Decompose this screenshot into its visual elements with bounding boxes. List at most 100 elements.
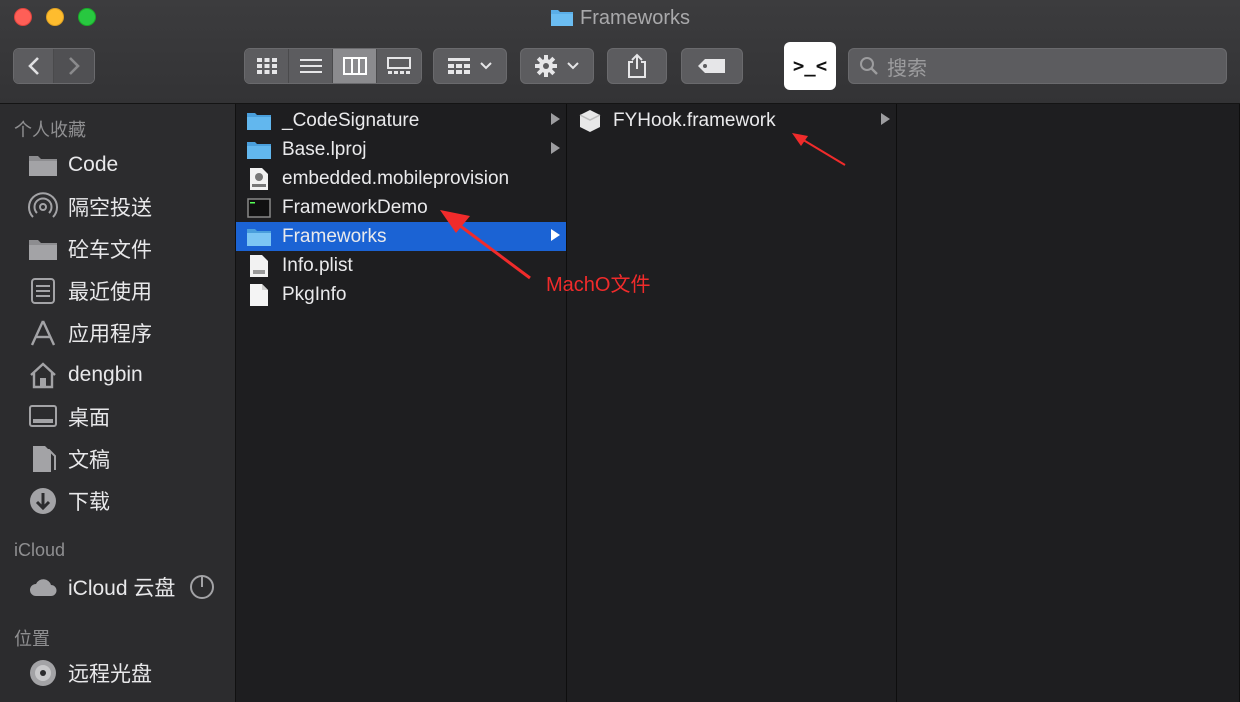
- sidebar-item-applications[interactable]: 应用程序: [28, 315, 152, 351]
- list-item-fyhook-framework[interactable]: FYHook.framework: [567, 106, 896, 135]
- sidebar-item-label: 下载: [68, 491, 110, 514]
- terminal-button[interactable]: >_<: [784, 42, 836, 90]
- column-empty: [897, 104, 1240, 702]
- folder-icon: [28, 234, 58, 264]
- download-icon: [28, 486, 58, 516]
- sidebar-item-label: 文稿: [68, 449, 110, 472]
- column-app-contents: _CodeSignature Base.lproj embedded.mobil…: [236, 104, 567, 702]
- favorites-section-title: 个人收藏: [14, 120, 86, 140]
- tag-button[interactable]: [681, 48, 743, 84]
- sidebar: 个人收藏 Code 隔空投送 砼车文件 最近使用 应用程序 dengbin 桌面…: [0, 104, 236, 702]
- disclosure-arrow-icon: [881, 113, 890, 125]
- sidebar-item-icloud-drive[interactable]: iCloud 云盘: [28, 569, 215, 605]
- sidebar-item-label: 远程光盘: [68, 663, 152, 686]
- home-icon: [28, 360, 58, 390]
- file-name: Frameworks: [282, 225, 387, 247]
- chevron-down-icon: [480, 62, 492, 70]
- list-item-frameworks[interactable]: Frameworks: [236, 222, 566, 251]
- sidebar-item-label: iCloud 云盘: [68, 577, 176, 600]
- list-item-pkginfo[interactable]: PkgInfo: [236, 280, 566, 309]
- disclosure-arrow-icon: [551, 142, 560, 154]
- document-icon: [246, 283, 272, 307]
- disc-icon: [28, 658, 58, 688]
- search-field[interactable]: 搜索: [848, 48, 1227, 84]
- search-icon: [860, 57, 878, 75]
- file-name: Info.plist: [282, 254, 353, 276]
- folder-icon: [28, 150, 58, 180]
- disclosure-arrow-icon: [551, 229, 560, 241]
- column-view-button[interactable]: [333, 49, 377, 83]
- framework-icon: [577, 109, 603, 133]
- folder-icon: [246, 138, 272, 162]
- forward-button[interactable]: [54, 49, 94, 83]
- file-name: _CodeSignature: [282, 109, 420, 131]
- sidebar-item-airdrop[interactable]: 隔空投送: [28, 189, 152, 225]
- gear-icon: [535, 55, 557, 77]
- provision-file-icon: [246, 167, 272, 191]
- sidebar-item-remote-disc[interactable]: 远程光盘: [28, 655, 152, 691]
- sidebar-item-downloads[interactable]: 下载: [28, 483, 110, 519]
- group-by-button[interactable]: [433, 48, 507, 84]
- share-icon: [628, 53, 646, 78]
- sidebar-item-desktop[interactable]: 桌面: [28, 399, 110, 435]
- sidebar-item-label: 隔空投送: [68, 197, 152, 220]
- list-item-base-lproj[interactable]: Base.lproj: [236, 135, 566, 164]
- folder-icon: [550, 7, 574, 33]
- sidebar-item-recents[interactable]: 最近使用: [28, 273, 152, 309]
- toolbar: Frameworks >_< 搜索: [0, 0, 1240, 104]
- window-title: Frameworks: [0, 6, 1240, 33]
- sidebar-item-label: dengbin: [68, 363, 143, 386]
- sidebar-item-label: 应用程序: [68, 323, 152, 346]
- list-item-mobileprovision[interactable]: embedded.mobileprovision: [236, 164, 566, 193]
- share-button[interactable]: [607, 48, 667, 84]
- locations-section-title: 位置: [14, 629, 50, 649]
- list-item-codesignature[interactable]: _CodeSignature: [236, 106, 566, 135]
- plist-file-icon: [246, 254, 272, 278]
- chevron-down-icon: [567, 62, 579, 70]
- applications-icon: [28, 318, 58, 348]
- airdrop-icon: [28, 192, 58, 222]
- executable-icon: [246, 196, 272, 220]
- desktop-icon: [28, 402, 58, 432]
- list-item-frameworkdemo[interactable]: FrameworkDemo: [236, 193, 566, 222]
- action-button[interactable]: [520, 48, 594, 84]
- documents-icon: [28, 444, 58, 474]
- search-placeholder: 搜索: [887, 57, 927, 80]
- file-name: PkgInfo: [282, 283, 347, 305]
- navigation-buttons: [13, 48, 95, 84]
- recents-icon: [28, 276, 58, 306]
- terminal-label: >_<: [792, 55, 828, 77]
- sidebar-item-folder[interactable]: 砼车文件: [28, 231, 152, 267]
- sidebar-item-documents[interactable]: 文稿: [28, 441, 110, 477]
- sidebar-item-home[interactable]: dengbin: [28, 357, 143, 393]
- view-mode-control: [244, 48, 422, 84]
- group-grid-icon: [448, 58, 470, 74]
- sidebar-item-label: 最近使用: [68, 281, 152, 304]
- chevron-right-icon: [69, 57, 80, 75]
- cloud-icon: [28, 572, 58, 602]
- sidebar-item-label: Code: [68, 153, 119, 176]
- gallery-view-button[interactable]: [377, 49, 421, 83]
- gallery-icon: [387, 57, 411, 74]
- list-item-info-plist[interactable]: Info.plist: [236, 251, 566, 280]
- folder-icon: [246, 109, 272, 133]
- columns-icon: [342, 57, 367, 75]
- grid-icon: [256, 58, 277, 74]
- list-view-button[interactable]: [289, 49, 333, 83]
- back-button[interactable]: [14, 49, 54, 83]
- window-title-text: Frameworks: [579, 7, 690, 29]
- file-name: FYHook.framework: [613, 109, 776, 131]
- icloud-section-title: iCloud: [14, 540, 66, 560]
- file-name: Base.lproj: [282, 138, 367, 160]
- icon-view-button[interactable]: [245, 49, 289, 83]
- file-name: embedded.mobileprovision: [282, 167, 510, 189]
- progress-ring-icon: [189, 574, 215, 600]
- disclosure-arrow-icon: [551, 113, 560, 125]
- annotation-label-macho: MachO文件: [546, 274, 651, 296]
- sidebar-item-code[interactable]: Code: [28, 147, 118, 183]
- sidebar-item-label: 砼车文件: [68, 239, 152, 262]
- sidebar-item-label: 桌面: [68, 407, 110, 430]
- list-icon: [299, 59, 322, 73]
- folder-icon: [246, 225, 272, 249]
- chevron-left-icon: [27, 57, 39, 75]
